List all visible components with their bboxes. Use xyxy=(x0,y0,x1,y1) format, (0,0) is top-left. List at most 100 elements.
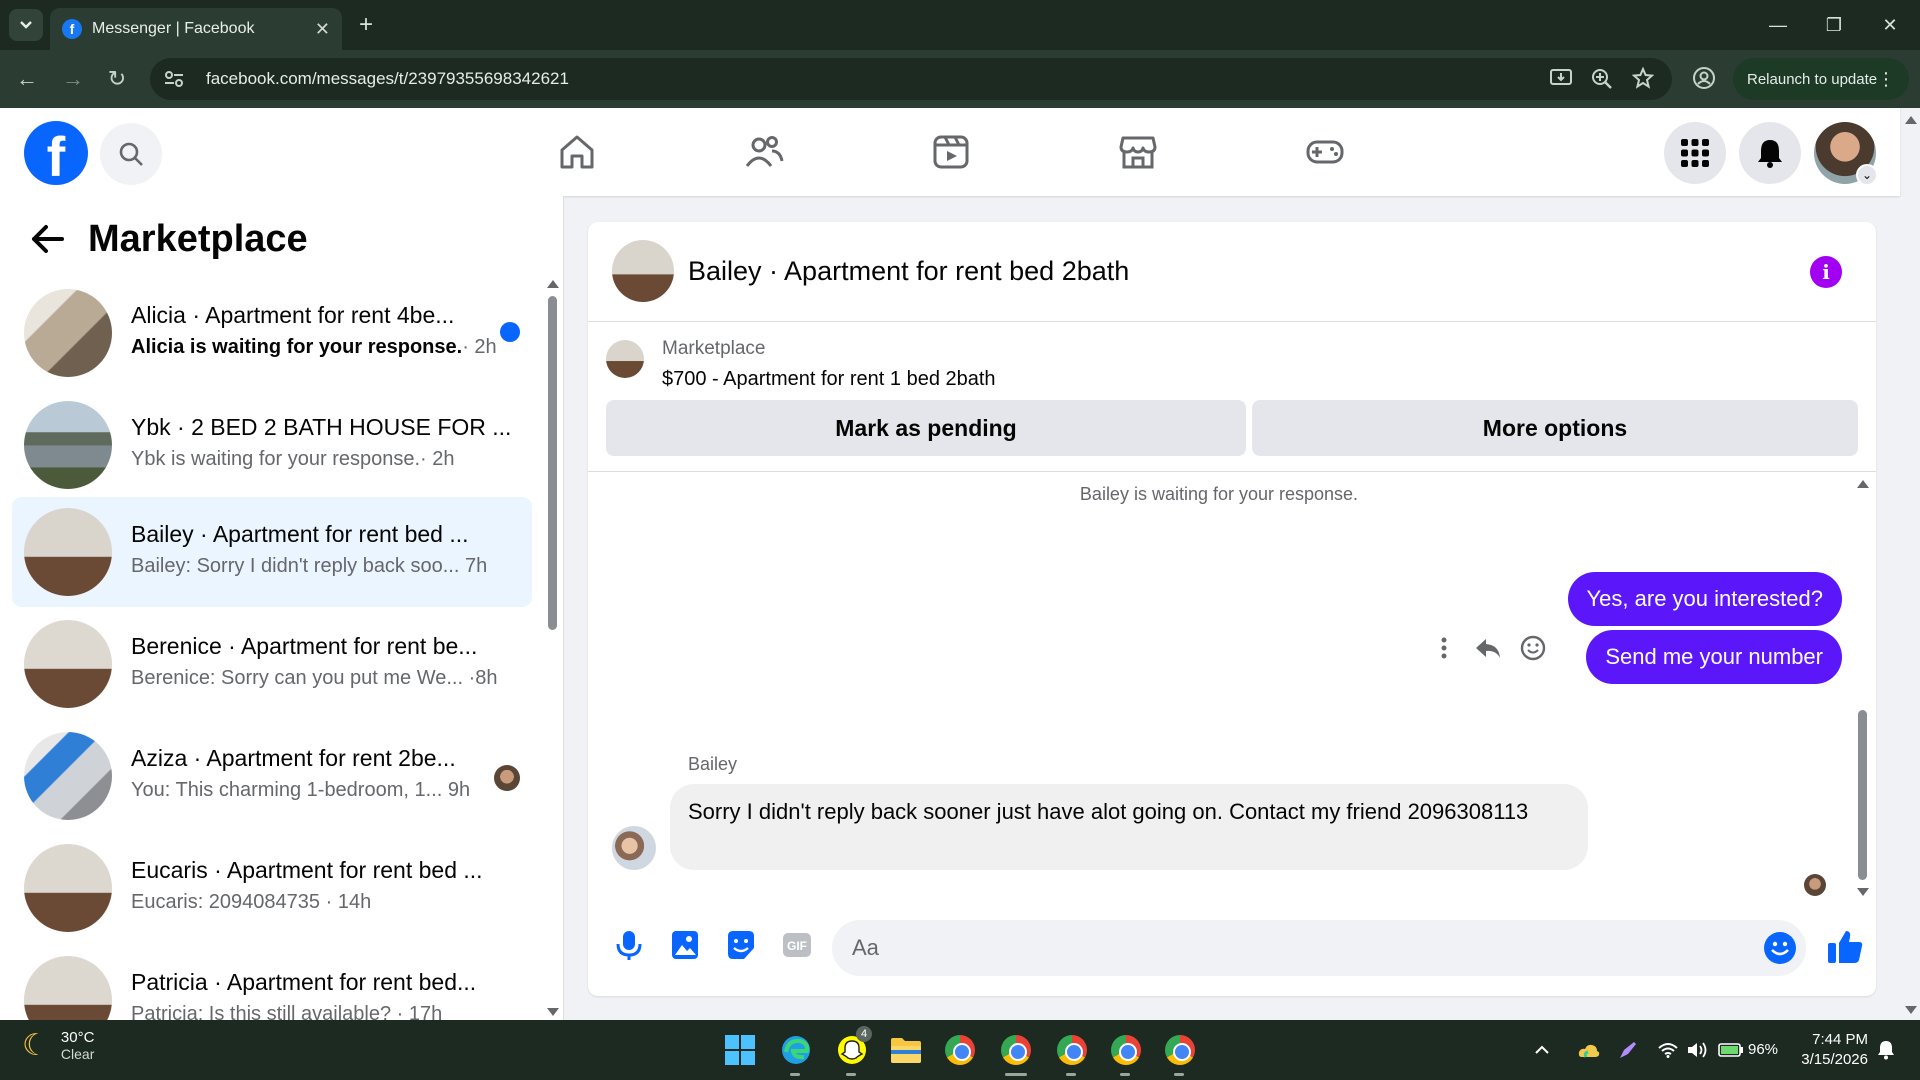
scroll-down-arrow[interactable] xyxy=(1857,888,1869,896)
onedrive-icon[interactable] xyxy=(1578,1041,1600,1059)
conversation-name: Berenice · Apartment for rent be... xyxy=(131,633,478,659)
message-input[interactable] xyxy=(832,920,1806,976)
outgoing-message[interactable]: Send me your number xyxy=(1586,630,1842,684)
listing-price-title[interactable]: $700 - Apartment for rent 1 bed 2bath xyxy=(662,368,996,391)
like-button[interactable] xyxy=(1826,928,1864,966)
snapchat-taskbar-icon[interactable]: 4 xyxy=(832,1026,872,1076)
conversation-item[interactable]: Eucaris · Apartment for rent bed ... Euc… xyxy=(12,833,532,943)
seen-avatar xyxy=(1804,874,1826,896)
conversation-item[interactable]: Patricia · Apartment for rent bed... Pat… xyxy=(12,945,532,1020)
gif-button[interactable]: GIF xyxy=(780,928,814,962)
new-tab-button[interactable]: + xyxy=(352,12,380,40)
emoji-button[interactable] xyxy=(1764,932,1796,964)
weather-widget[interactable]: ☾ 30°C Clear xyxy=(22,1028,94,1063)
facebook-favicon-icon: f xyxy=(62,19,82,39)
menu-button[interactable] xyxy=(1664,122,1726,184)
attach-photo-button[interactable] xyxy=(668,928,702,962)
restore-button[interactable]: ❐ xyxy=(1814,10,1854,40)
chrome-profile-taskbar-icon[interactable] xyxy=(1052,1030,1092,1076)
chat-title[interactable]: Bailey · Apartment for rent bed 2bath xyxy=(688,256,1129,287)
emoji-icon xyxy=(1771,941,1789,956)
scroll-down-arrow[interactable] xyxy=(547,1008,559,1016)
scrollbar-thumb[interactable] xyxy=(548,296,557,630)
account-avatar[interactable]: ⌄ xyxy=(1814,122,1878,186)
grid-menu-icon xyxy=(1681,139,1709,167)
minimize-button[interactable]: — xyxy=(1758,10,1798,40)
close-tab-icon[interactable]: ✕ xyxy=(315,19,330,40)
incoming-message[interactable]: Sorry I didn't reply back sooner just ha… xyxy=(670,784,1588,870)
battery-icon[interactable] xyxy=(1718,1043,1744,1057)
page-scroll-down-arrow[interactable] xyxy=(1905,1006,1917,1014)
notifications-button[interactable] xyxy=(1739,122,1801,184)
close-window-button[interactable]: ✕ xyxy=(1870,10,1910,40)
install-app-icon[interactable] xyxy=(1550,68,1572,90)
conversation-name: Aziza · Apartment for rent 2be... xyxy=(131,745,456,771)
scroll-up-arrow[interactable] xyxy=(547,280,559,288)
friends-nav-button[interactable] xyxy=(740,128,788,176)
start-button[interactable] xyxy=(720,1030,760,1070)
browser-menu-icon[interactable]: ⋮ xyxy=(1877,69,1895,90)
forward-button[interactable]: → xyxy=(58,64,88,94)
site-info-icon[interactable] xyxy=(164,70,194,88)
clock[interactable]: 7:44 PM 3/15/2026 xyxy=(1790,1030,1868,1070)
listing-thumbnail[interactable] xyxy=(606,340,644,378)
react-emoji-icon[interactable] xyxy=(1520,635,1546,661)
outgoing-message[interactable]: Yes, are you interested? xyxy=(1567,572,1842,626)
conversation-snippet: Eucaris: 2094084735 · 14h xyxy=(131,891,372,913)
gaming-nav-button[interactable] xyxy=(1301,128,1349,176)
chat-avatar[interactable] xyxy=(612,240,674,302)
volume-icon[interactable] xyxy=(1686,1041,1708,1059)
reply-icon[interactable] xyxy=(1474,636,1502,660)
sender-name: Bailey xyxy=(688,754,738,774)
svg-text:GIF: GIF xyxy=(787,939,807,953)
conversation-item[interactable]: Alicia · Apartment for rent 4be... Alici… xyxy=(12,278,532,388)
more-dots-icon[interactable] xyxy=(1440,636,1448,660)
edge-taskbar-icon[interactable] xyxy=(776,1030,816,1076)
chevron-up-icon[interactable] xyxy=(1534,1045,1550,1055)
search-button[interactable] xyxy=(100,123,162,185)
info-icon[interactable]: i xyxy=(1810,256,1842,288)
facebook-logo-icon[interactable]: f xyxy=(24,121,88,185)
chrome-profile-taskbar-icon[interactable] xyxy=(996,1030,1036,1076)
mark-as-pending-button[interactable]: Mark as pending xyxy=(606,400,1246,456)
active-tab[interactable]: f Messenger | Facebook ✕ xyxy=(50,8,342,50)
relaunch-to-update-button[interactable]: Relaunch to update ⋮ xyxy=(1733,58,1909,100)
chat-window: Bailey · Apartment for rent bed 2bath i … xyxy=(588,222,1876,996)
conversation-item[interactable]: Aziza · Apartment for rent 2be... You: T… xyxy=(12,721,532,831)
weather-condition: Clear xyxy=(60,1046,95,1062)
thumbs-up-icon xyxy=(1828,931,1863,963)
browser-profile-icon[interactable] xyxy=(1692,66,1718,92)
notification-bell-icon[interactable] xyxy=(1876,1040,1896,1060)
zoom-icon[interactable] xyxy=(1591,68,1613,90)
active-indicator xyxy=(1005,1073,1027,1076)
scroll-up-arrow[interactable] xyxy=(1857,480,1869,488)
back-arrow-icon[interactable] xyxy=(30,224,64,254)
conversation-item[interactable]: Ybk · 2 BED 2 BATH HOUSE FOR ... Ybk is … xyxy=(12,390,532,500)
reload-button[interactable]: ↻ xyxy=(102,64,132,94)
address-bar[interactable]: facebook.com/messages/t/2397935569834262… xyxy=(150,58,1672,100)
file-explorer-taskbar-icon[interactable] xyxy=(886,1030,926,1070)
video-nav-button[interactable] xyxy=(927,128,975,176)
page-scroll-up-arrow[interactable] xyxy=(1905,116,1917,124)
marketplace-nav-button[interactable] xyxy=(1114,128,1162,176)
chrome-profile-taskbar-icon[interactable] xyxy=(1160,1030,1200,1076)
wifi-icon[interactable] xyxy=(1658,1042,1678,1058)
sender-avatar[interactable] xyxy=(612,826,656,870)
scrollbar-thumb[interactable] xyxy=(1858,710,1867,880)
conversation-item-active[interactable]: Bailey · Apartment for rent bed ... Bail… xyxy=(12,497,532,607)
conversation-item[interactable]: Berenice · Apartment for rent be... Bere… xyxy=(12,609,532,719)
tab-search-button[interactable] xyxy=(9,9,43,41)
more-options-button[interactable]: More options xyxy=(1252,400,1858,456)
video-icon xyxy=(933,135,969,169)
windows-icon xyxy=(725,1035,755,1065)
home-nav-button[interactable] xyxy=(553,128,601,176)
bookmark-star-icon[interactable] xyxy=(1632,67,1654,89)
pen-icon[interactable] xyxy=(1618,1040,1638,1060)
chrome-taskbar-icon[interactable] xyxy=(940,1030,980,1070)
conversation-name: Ybk · 2 BED 2 BATH HOUSE FOR ... xyxy=(131,414,512,440)
back-button[interactable]: ← xyxy=(12,64,42,94)
chrome-profile-taskbar-icon[interactable] xyxy=(1106,1030,1146,1076)
running-indicator xyxy=(1174,1073,1184,1076)
voice-clip-button[interactable] xyxy=(612,928,646,962)
sticker-button[interactable] xyxy=(724,928,758,962)
